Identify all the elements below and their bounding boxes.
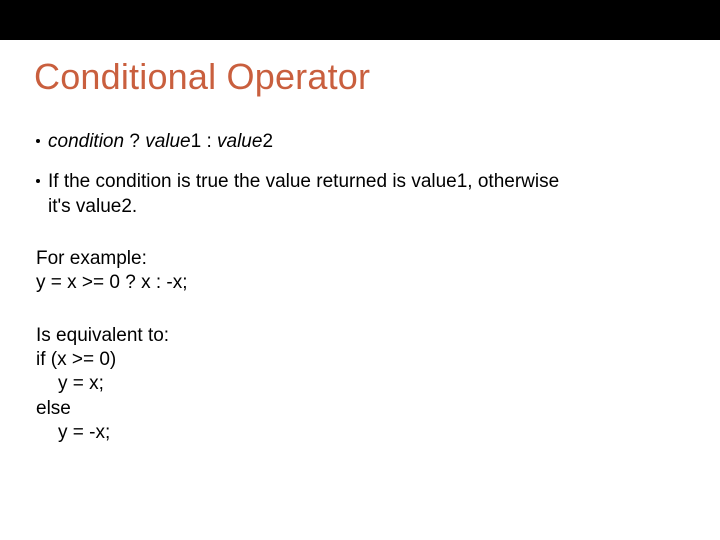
syntax-mid: ? [124,131,145,152]
syntax-value2-word: value [217,131,262,152]
bullet-dot-icon [36,179,40,183]
top-band [0,0,720,40]
bullet-syntax-body: condition ? value1 : value2 [48,130,680,154]
slide: Conditional Operator condition ? value1 … [0,0,720,540]
example-code: y = x >= 0 ? x : -x; [36,271,680,295]
equiv-line-0: if (x >= 0) [36,348,680,372]
syntax-one: 1 : [191,131,217,152]
bullet-explain: If the condition is true the value retur… [36,170,680,194]
syntax-condition: condition [48,131,124,152]
equiv-intro: Is equivalent to: [36,324,680,348]
syntax-two: 2 [262,131,273,152]
syntax-value1-word: value [145,131,190,152]
spacer [36,154,680,170]
spacer [36,219,680,247]
example-intro: For example: [36,247,680,271]
bullet-explain-body: If the condition is true the value retur… [48,170,680,194]
equiv-line-1: y = x; [36,372,680,396]
content-area: condition ? value1 : value2 If the condi… [36,130,680,445]
bullet-dot-icon [36,139,40,143]
explain-line1: If the condition is true the value retur… [48,171,559,192]
equiv-line-3: y = -x; [36,421,680,445]
bullet-syntax: condition ? value1 : value2 [36,130,680,154]
equiv-line-2: else [36,397,680,421]
explain-line2: it's value2. [48,195,680,219]
slide-title: Conditional Operator [34,56,370,98]
spacer [36,296,680,324]
